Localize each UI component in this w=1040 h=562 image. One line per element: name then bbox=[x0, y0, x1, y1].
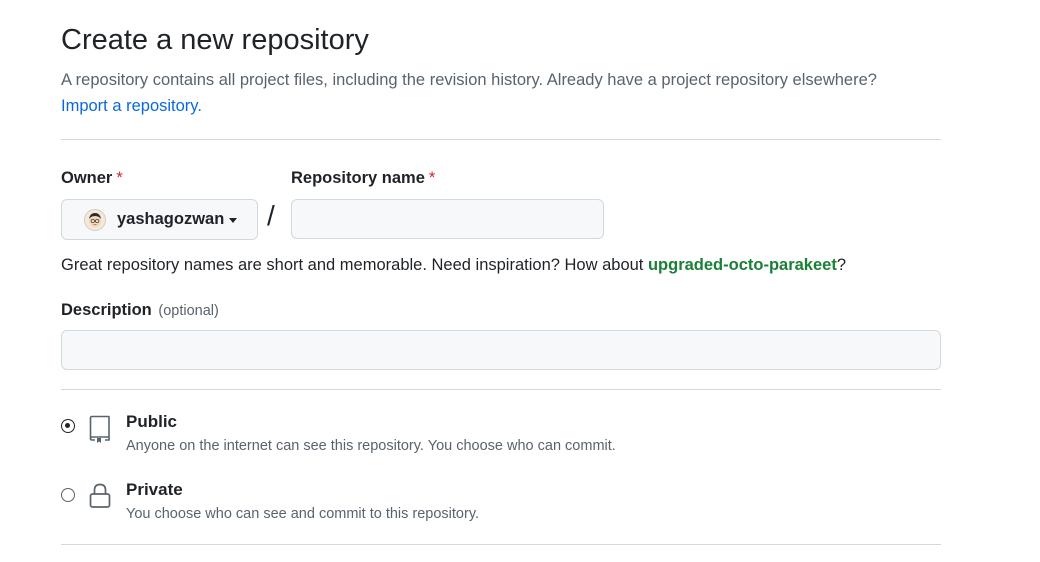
hint-suffix: ? bbox=[836, 256, 847, 274]
page-title: Create a new repository bbox=[61, 24, 369, 56]
triangle-down-icon bbox=[229, 218, 238, 223]
user-avatar bbox=[84, 208, 106, 231]
visibility-divider-top bbox=[61, 389, 941, 390]
suggested-name-link[interactable]: upgraded-octo-parakeet bbox=[648, 256, 837, 274]
private-radio[interactable] bbox=[61, 488, 75, 502]
description-label: Description (optional) bbox=[61, 301, 219, 320]
description-input[interactable] bbox=[61, 330, 941, 370]
repo-name-hint: Great repository names are short and mem… bbox=[61, 256, 846, 275]
owner-dropdown[interactable]: yashagozwan bbox=[61, 199, 258, 240]
optional-note: (optional) bbox=[158, 303, 219, 319]
page-subtitle: A repository contains all project files,… bbox=[61, 67, 941, 119]
public-title: Public bbox=[126, 412, 178, 431]
owner-repo-separator: / bbox=[267, 200, 275, 231]
avatar-illustration bbox=[89, 212, 101, 227]
repo-name-label-text: Repository name bbox=[291, 169, 425, 187]
hint-prefix: Great repository names are short and mem… bbox=[61, 256, 648, 274]
owner-label: Owner * bbox=[61, 169, 123, 188]
visibility-divider-bottom bbox=[61, 544, 941, 545]
lock-icon bbox=[88, 482, 112, 515]
repo-name-label: Repository name * bbox=[291, 169, 435, 188]
public-description: Anyone on the internet can see this repo… bbox=[126, 438, 616, 454]
visibility-option-public[interactable]: Public Anyone on the internet can see th… bbox=[61, 410, 941, 460]
repo-icon-graphic bbox=[89, 415, 110, 443]
lock-icon-graphic bbox=[89, 483, 111, 508]
owner-required-mark: * bbox=[116, 169, 123, 187]
owner-label-text: Owner bbox=[61, 169, 113, 187]
subtitle-text: A repository contains all project files,… bbox=[61, 71, 877, 89]
visibility-option-private[interactable]: Private You choose who can see and commi… bbox=[61, 478, 941, 528]
private-description: You choose who can see and commit to thi… bbox=[126, 506, 480, 522]
repo-name-input[interactable] bbox=[291, 199, 604, 239]
repo-name-required-mark: * bbox=[428, 169, 436, 187]
header-divider bbox=[61, 139, 941, 140]
repo-icon bbox=[88, 414, 112, 449]
private-title: Private bbox=[126, 480, 183, 499]
import-repository-link[interactable]: Import a repository. bbox=[61, 97, 202, 115]
public-radio[interactable] bbox=[61, 419, 75, 433]
description-label-text: Description bbox=[61, 301, 152, 319]
owner-name: yashagozwan bbox=[117, 210, 225, 228]
